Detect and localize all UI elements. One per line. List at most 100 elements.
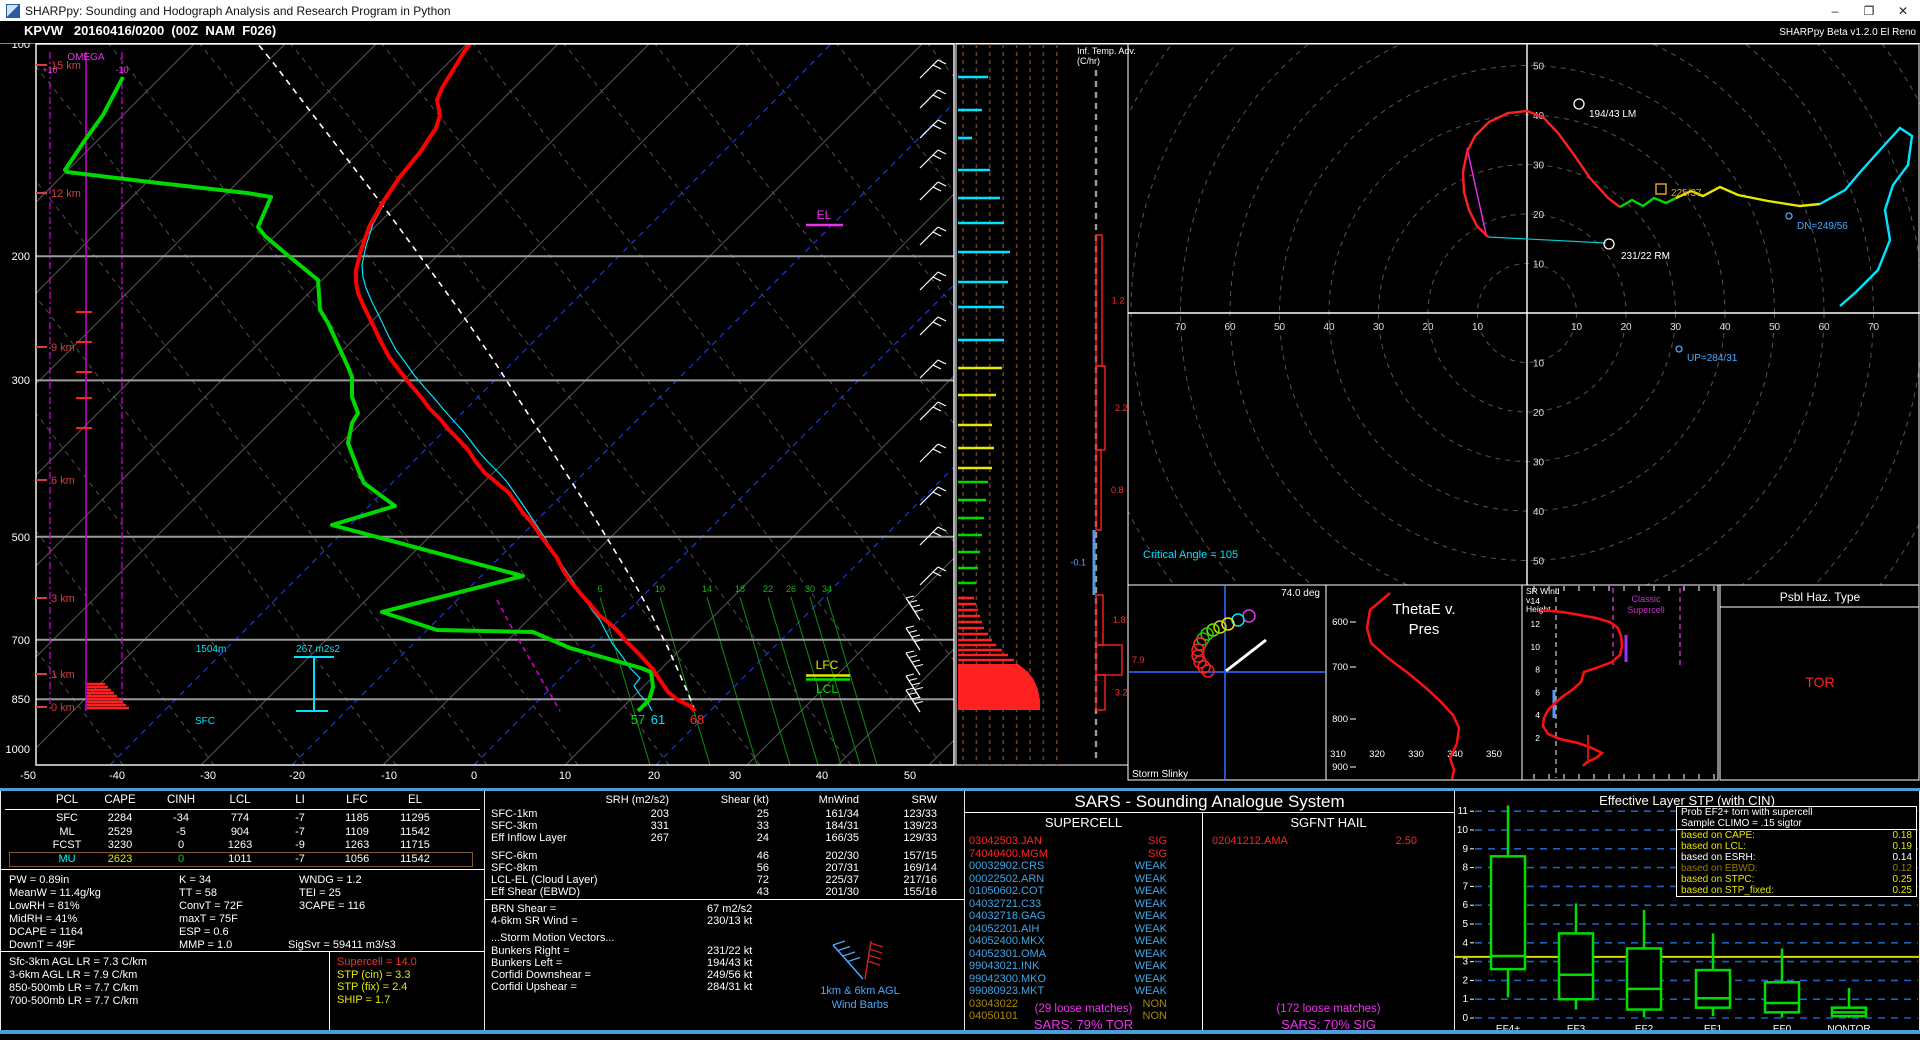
- sars-match-row[interactable]: 99080923.MKTWEAK: [965, 985, 1202, 997]
- isotherm: [565, 44, 1286, 765]
- sars-match-row[interactable]: 04032721.C33WEAK: [965, 898, 1202, 910]
- sfc-label: SFC: [195, 716, 215, 727]
- sars-title: SARS - Sounding Analogue System: [965, 792, 1454, 812]
- sars-hail-id: 02041212.AMA: [1212, 835, 1288, 847]
- hodo-axis-label: 30: [1373, 322, 1385, 333]
- sars-match-row[interactable]: 03042503.JANSIG: [965, 835, 1202, 847]
- wind-barb: [920, 360, 946, 378]
- kin-value: 203: [651, 808, 669, 820]
- sars-match-row[interactable]: 04052301.OMAWEAK: [965, 948, 1202, 960]
- parcel-cell: 2284: [85, 812, 155, 824]
- hodo-axis-label: 30: [1670, 322, 1682, 333]
- hodo-axis-label: 40: [1323, 322, 1335, 333]
- isotherm: [747, 44, 1468, 765]
- skewt-border: [36, 44, 954, 765]
- parcel-row[interactable]: SFC2284-34774-7118511295: [1, 812, 484, 825]
- kin-value: 46: [757, 850, 769, 862]
- kin-value: 56: [757, 862, 769, 874]
- kin-scalar-label: 4-6km SR Wind =: [491, 915, 578, 927]
- dn-marker: [1786, 213, 1792, 219]
- parcel-cell: 11542: [380, 826, 450, 838]
- surface-dewpoint-value: 57: [631, 712, 645, 727]
- kin-scalar-label: Corfidi Downshear =: [491, 969, 591, 981]
- up-marker: [1676, 346, 1682, 352]
- kin-value: 169/14: [903, 862, 937, 874]
- pressure-tick-label: 500: [12, 532, 30, 544]
- stp-box-NONTOR: [1832, 988, 1866, 1018]
- minimize-button[interactable]: –: [1818, 0, 1852, 21]
- sars-match-row[interactable]: 99043021.INKWEAK: [965, 960, 1202, 972]
- close-button[interactable]: ✕: [1886, 0, 1920, 21]
- sars-match-row[interactable]: 04052400.MKXWEAK: [965, 935, 1202, 947]
- parcel-trace: [258, 44, 695, 711]
- srwind-ylabel: 12: [1531, 619, 1541, 629]
- stp-legend-label: based on ESRH:: [1681, 852, 1756, 863]
- window-titlebar: SHARPpy: Sounding and Hodograph Analysis…: [0, 0, 1920, 21]
- sars-match-row[interactable]: 00032902.CRSWEAK: [965, 860, 1202, 872]
- stp-legend-row: based on LCL:0.19: [1677, 841, 1916, 852]
- hodo-ring-label: 50: [1533, 557, 1545, 568]
- stp-panel: 11109876543210EF4+EF3EF2EF1EF0NONTOR Eff…: [1455, 791, 1920, 1030]
- mixing-ratio-label: 22: [763, 584, 773, 594]
- stp-legend-row: based on EBWD:0.12: [1677, 863, 1916, 874]
- temp-axis-label: 10: [559, 770, 571, 782]
- hodo-axis-label: 20: [1422, 322, 1434, 333]
- thetae-ylabel: 900: [1332, 762, 1348, 773]
- sars-supercell-header: SUPERCELL: [965, 815, 1202, 830]
- parcel-row[interactable]: ML2529-5904-7110911542: [1, 826, 484, 839]
- stp-ylabel: 10: [1457, 825, 1469, 836]
- parcel-cell: 11715: [380, 839, 450, 851]
- hodo-ring-label: 30: [1533, 161, 1545, 172]
- stp-ylabel: 5: [1462, 919, 1468, 930]
- dry-adiabat: [1110, 44, 1670, 765]
- wind-barb: [920, 444, 946, 462]
- slinky-ring: [1243, 610, 1255, 622]
- kin-value: 184/31: [825, 820, 859, 832]
- rm-marker: [1604, 239, 1614, 249]
- sars-match-row[interactable]: 02041212.AMA2.50: [1202, 835, 1455, 847]
- sars-loose-matches: (29 loose matches): [965, 1003, 1202, 1015]
- sars-match-row[interactable]: 00022502.ARNWEAK: [965, 873, 1202, 885]
- maximize-button[interactable]: ❐: [1852, 0, 1886, 21]
- barb-note-line2: Wind Barbs: [780, 999, 940, 1011]
- mixing-ratio-label: 6: [597, 584, 602, 594]
- skewt-plot: 610141822263034ELLFCLCLSFC1504m267 m2s25…: [0, 44, 1920, 765]
- sars-match-row[interactable]: 01050602.COTWEAK: [965, 885, 1202, 897]
- isotherm: [110, 44, 831, 765]
- temp-axis-label: 30: [729, 770, 741, 782]
- kin-header-cell: Shear (kt): [721, 794, 769, 806]
- hodo-axis-label: 10: [1472, 322, 1484, 333]
- mixing-ratio-label: 34: [822, 584, 832, 594]
- kin-label: SFC-8km: [491, 862, 537, 874]
- barb-note-line1: 1km & 6km AGL: [780, 985, 940, 997]
- stp-ylabel: 7: [1462, 881, 1468, 892]
- hodo-trace-3-6km: [1620, 198, 1676, 207]
- sars-match-row[interactable]: 99042300.MKOWEAK: [965, 973, 1202, 985]
- dry-adiabat: [109, 44, 669, 765]
- sars-match-row[interactable]: 74040400.MGMSIG: [965, 848, 1202, 860]
- parcel-row[interactable]: FCST323001263-9126311715: [1, 839, 484, 852]
- stp-ylabel: 2: [1462, 975, 1468, 986]
- advection-title: Inf. Temp. Adv.: [1077, 46, 1136, 56]
- stp-legend-row: based on STP_fixed:0.25: [1677, 885, 1916, 896]
- sars-match-id: 74040400.MGM: [969, 848, 1048, 860]
- sars-hail-loose-matches: (172 loose matches): [1202, 1003, 1455, 1015]
- sars-match-row[interactable]: 04052201.AIHWEAK: [965, 923, 1202, 935]
- sars-sig-probability: SARS: 70% SIG: [1202, 1017, 1455, 1030]
- wind-barb: [906, 651, 923, 675]
- kin-row: SFC-8km56207/31169/14: [485, 862, 964, 874]
- mixing-ratio-label: 10: [655, 584, 665, 594]
- thetae-xlabel: 350: [1486, 749, 1502, 760]
- sars-match-row[interactable]: 04032718.GAGWEAK: [965, 910, 1202, 922]
- classic-supercell-label: Supercell: [1627, 605, 1665, 615]
- sars-match-id: 01050602.COT: [969, 885, 1044, 897]
- kin-row: SFC-3km33133184/31139/23: [485, 820, 964, 832]
- lapse-rate-line: 3-6km AGL LR = 7.9 C/km: [9, 969, 137, 981]
- advection-panel-border: [956, 44, 1128, 765]
- kin-scalar-label: BRN Shear =: [491, 903, 556, 915]
- lapse-rate-line: 850-500mb LR = 7.7 C/km: [9, 982, 138, 994]
- pressure-tick-label: 200: [12, 251, 30, 263]
- thetae-ylabel: 600: [1332, 617, 1348, 628]
- kin-scalar-value: 67 m2/s2: [707, 903, 752, 915]
- srwind-ylabel: 2: [1535, 733, 1540, 743]
